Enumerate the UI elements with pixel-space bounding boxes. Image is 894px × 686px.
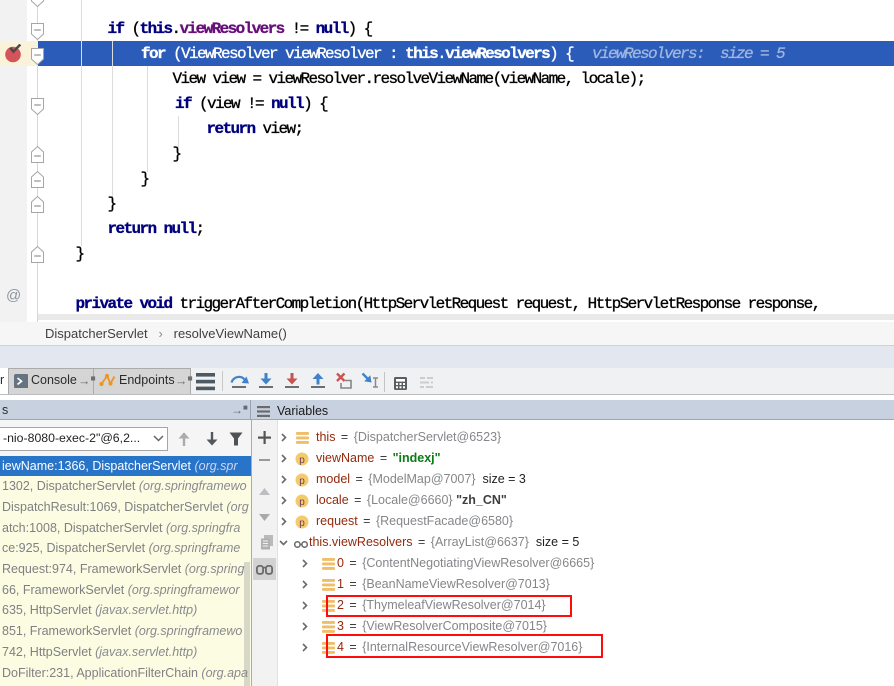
svg-text:p: p [299, 454, 305, 465]
svg-text:p: p [299, 517, 305, 528]
svg-text:p: p [299, 496, 305, 507]
svg-text:p: p [299, 475, 305, 486]
